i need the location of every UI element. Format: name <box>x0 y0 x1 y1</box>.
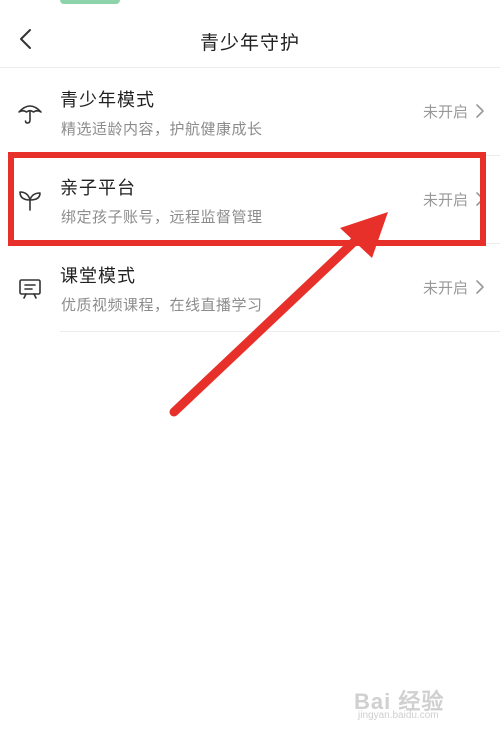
status-text: 未开启 <box>422 191 468 209</box>
classroom-board-icon <box>19 279 41 299</box>
row-title: 亲子平台 <box>60 178 136 199</box>
watermark: Bai 经验 jingyan.baidu.com <box>354 684 494 724</box>
status-text: 未开启 <box>422 279 468 297</box>
row-parent-platform[interactable]: 亲子平台 绑定孩子账号，远程监督管理 未开启 <box>0 156 500 244</box>
sprout-icon <box>19 191 41 211</box>
row-title: 课堂模式 <box>60 266 136 287</box>
watermark-url: jingyan.baidu.com <box>358 710 439 721</box>
row-teen-mode[interactable]: 青少年模式 精选适龄内容，护航健康成长 未开启 <box>0 68 500 156</box>
chevron-right-icon <box>476 104 484 118</box>
status-text: 未开启 <box>422 103 468 121</box>
nav-header: 青少年守护 <box>0 0 500 68</box>
chevron-right-icon <box>476 280 484 294</box>
chevron-right-icon <box>476 192 484 206</box>
row-classroom-mode[interactable]: 课堂模式 优质视频课程，在线直播学习 未开启 <box>0 244 500 332</box>
row-title: 青少年模式 <box>60 90 155 111</box>
row-subtitle: 精选适龄内容，护航健康成长 <box>61 120 263 138</box>
umbrella-icon <box>18 105 42 124</box>
row-subtitle: 优质视频课程，在线直播学习 <box>61 296 263 314</box>
row-subtitle: 绑定孩子账号，远程监督管理 <box>61 208 263 226</box>
divider <box>60 331 500 332</box>
page-title: 青少年守护 <box>199 32 300 54</box>
